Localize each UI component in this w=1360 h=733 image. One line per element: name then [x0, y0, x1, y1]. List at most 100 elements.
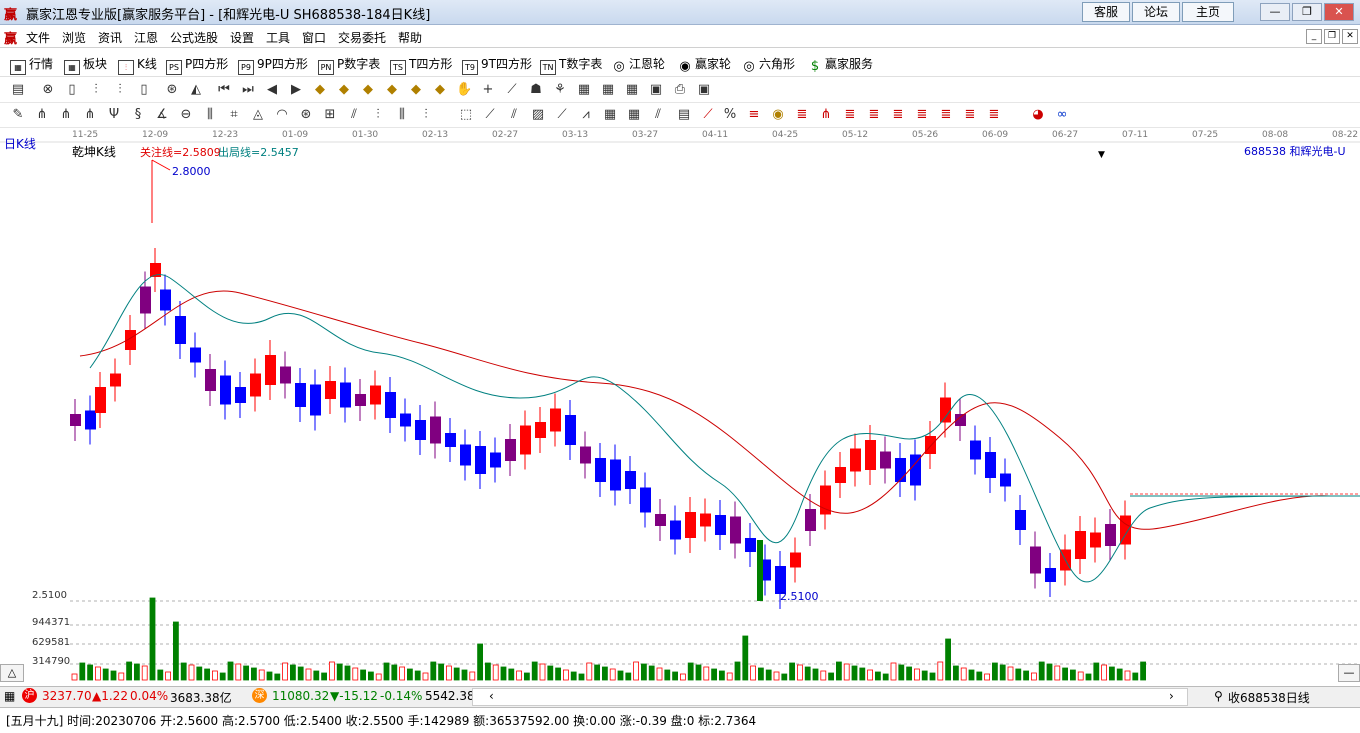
- tab-9t-square[interactable]: T9 9T四方形: [462, 55, 532, 75]
- maximize-button[interactable]: ❐: [1292, 3, 1322, 21]
- cycle-icon[interactable]: ⫼: [202, 107, 218, 123]
- mdi-restore-button[interactable]: ❐: [1324, 29, 1340, 44]
- hatch-icon[interactable]: ▨: [530, 107, 546, 123]
- fibo-icon[interactable]: ≣: [794, 107, 810, 123]
- grid-icon[interactable]: ⌗: [226, 107, 242, 123]
- minimize-button[interactable]: —: [1260, 3, 1290, 21]
- infinity-icon[interactable]: ∞: [1054, 107, 1070, 123]
- angle-icon[interactable]: ∡: [154, 107, 170, 123]
- tab-service[interactable]: $ 赢家服务: [808, 55, 873, 73]
- fan-icon[interactable]: ⋔: [34, 107, 50, 123]
- bar-icon[interactable]: ▯: [136, 82, 152, 98]
- kline-chart[interactable]: [0, 128, 1360, 686]
- percent-icon[interactable]: %: [722, 107, 738, 123]
- fibo-time-icon[interactable]: ≣: [866, 107, 882, 123]
- pencil-icon[interactable]: ✎: [10, 107, 26, 123]
- collapse-panel-button[interactable]: —: [1338, 664, 1360, 682]
- diamond-icon[interactable]: ◆: [360, 82, 376, 98]
- tab-gann-wheel[interactable]: ◎ 江恩轮: [612, 55, 665, 73]
- tab-quotes[interactable]: ▦ 行情: [10, 55, 53, 75]
- export-icon[interactable]: ▣: [696, 82, 712, 98]
- gann-grid-icon[interactable]: ⋔: [82, 107, 98, 123]
- coin-icon[interactable]: ◉: [770, 107, 786, 123]
- customer-service-link[interactable]: 客服: [1082, 2, 1130, 22]
- hand-icon[interactable]: ✋: [456, 82, 472, 98]
- tab-kline[interactable]: ⫶ K线: [118, 55, 157, 75]
- switch-icon[interactable]: ⊛: [164, 82, 180, 98]
- diamond-icon[interactable]: ◆: [408, 82, 424, 98]
- fibo-speed-icon[interactable]: ≣: [938, 107, 954, 123]
- indicator-icon[interactable]: ⊗: [40, 82, 56, 98]
- menu-gann[interactable]: 江恩: [134, 29, 158, 46]
- tab-hexagon[interactable]: ◎ 六角形: [742, 55, 795, 73]
- parallel-icon[interactable]: ⫽: [650, 107, 666, 123]
- menu-tools[interactable]: 工具: [266, 29, 290, 46]
- calendar-icon[interactable]: ▦: [576, 82, 592, 98]
- volume-icon[interactable]: ⫶: [418, 107, 434, 123]
- fibo-fan-icon[interactable]: ⋔: [818, 107, 834, 123]
- tab-9p-square[interactable]: P9 9P四方形: [238, 55, 308, 75]
- chart-area[interactable]: 日K线 乾坤K线 关注线=2.5809 出局线=2.5457 688538 和辉…: [0, 128, 1360, 686]
- forum-link[interactable]: 论坛: [1132, 2, 1180, 22]
- shape-icon[interactable]: ⚘: [552, 82, 568, 98]
- menu-formula[interactable]: 公式选股: [170, 29, 218, 46]
- diamond-icon[interactable]: ◆: [336, 82, 352, 98]
- diamond-icon[interactable]: ◆: [432, 82, 448, 98]
- fork-icon[interactable]: Ψ: [106, 107, 122, 123]
- fibo-ext-icon[interactable]: ≣: [890, 107, 906, 123]
- mdi-close-button[interactable]: ✕: [1342, 29, 1358, 44]
- tab-t-number[interactable]: TN T数字表: [540, 55, 602, 75]
- menu-trade[interactable]: 交易委托: [338, 29, 386, 46]
- fib-box-icon[interactable]: ▦: [626, 107, 642, 123]
- channel-icon[interactable]: ⫽: [506, 107, 522, 123]
- ray-icon[interactable]: ⟋: [554, 107, 570, 123]
- box-icon[interactable]: ▦: [602, 107, 618, 123]
- list-icon[interactable]: ▤: [676, 107, 692, 123]
- tab-t-square[interactable]: TS T四方形: [390, 55, 452, 75]
- tab-sectors[interactable]: ▦ 板块: [64, 55, 107, 75]
- tab-p-number[interactable]: PN P数字表: [318, 55, 380, 75]
- menu-settings[interactable]: 设置: [230, 29, 254, 46]
- grid-icon[interactable]: ▦: [4, 689, 15, 703]
- prev-icon[interactable]: ◀: [264, 82, 280, 98]
- triangle-icon[interactable]: ◬: [250, 107, 266, 123]
- level-icon[interactable]: ≡: [746, 107, 762, 123]
- arc-icon[interactable]: ◠: [274, 107, 290, 123]
- scroll-left-icon[interactable]: ‹: [489, 689, 494, 703]
- print-icon[interactable]: ⎙: [672, 82, 688, 98]
- zigzag-icon[interactable]: ⩘: [578, 107, 594, 123]
- menu-window[interactable]: 窗口: [302, 29, 326, 46]
- bars-icon[interactable]: ⫼: [394, 107, 410, 123]
- circle-icon[interactable]: ⊖: [178, 107, 194, 123]
- crosshair-icon[interactable]: +: [480, 82, 496, 98]
- mdi-minimize-button[interactable]: _: [1306, 29, 1322, 44]
- calc-icon[interactable]: ▦: [600, 82, 616, 98]
- last-icon[interactable]: ⏭: [240, 82, 256, 98]
- volume-panel-toggle[interactable]: △: [0, 664, 24, 682]
- draw-icon[interactable]: ◭: [188, 82, 204, 98]
- mask-icon[interactable]: ☗: [528, 82, 544, 98]
- scroll-right-icon[interactable]: ›: [1169, 689, 1174, 703]
- close-button[interactable]: ✕: [1324, 3, 1354, 21]
- first-icon[interactable]: ⏮: [216, 82, 232, 98]
- layout-icon[interactable]: ▤: [10, 82, 26, 98]
- wave-icon[interactable]: §: [130, 107, 146, 123]
- tab-p-square[interactable]: PS P四方形: [166, 55, 228, 75]
- line-draw-icon[interactable]: ⟋: [482, 107, 498, 123]
- diamond-icon[interactable]: ◆: [312, 82, 328, 98]
- home-link[interactable]: 主页: [1182, 2, 1234, 22]
- next-icon[interactable]: ▶: [288, 82, 304, 98]
- select-icon[interactable]: ⬚: [458, 107, 474, 123]
- fibo-wedge-icon[interactable]: ≣: [962, 107, 978, 123]
- gann-fan-icon[interactable]: ⋔: [58, 107, 74, 123]
- save-icon[interactable]: ▣: [648, 82, 664, 98]
- fibo-spiral-icon[interactable]: ≣: [986, 107, 1002, 123]
- menu-info[interactable]: 资讯: [98, 29, 122, 46]
- document-icon[interactable]: ▯: [64, 82, 80, 98]
- tab-winner-wheel[interactable]: ◉ 赢家轮: [678, 55, 731, 73]
- table-icon[interactable]: ▦: [624, 82, 640, 98]
- lines-icon[interactable]: ⫽: [346, 107, 362, 123]
- spiral-icon[interactable]: ⊛: [298, 107, 314, 123]
- globe-icon[interactable]: ◕: [1030, 107, 1046, 123]
- horizontal-scrollbar[interactable]: ‹ ›: [472, 688, 1188, 706]
